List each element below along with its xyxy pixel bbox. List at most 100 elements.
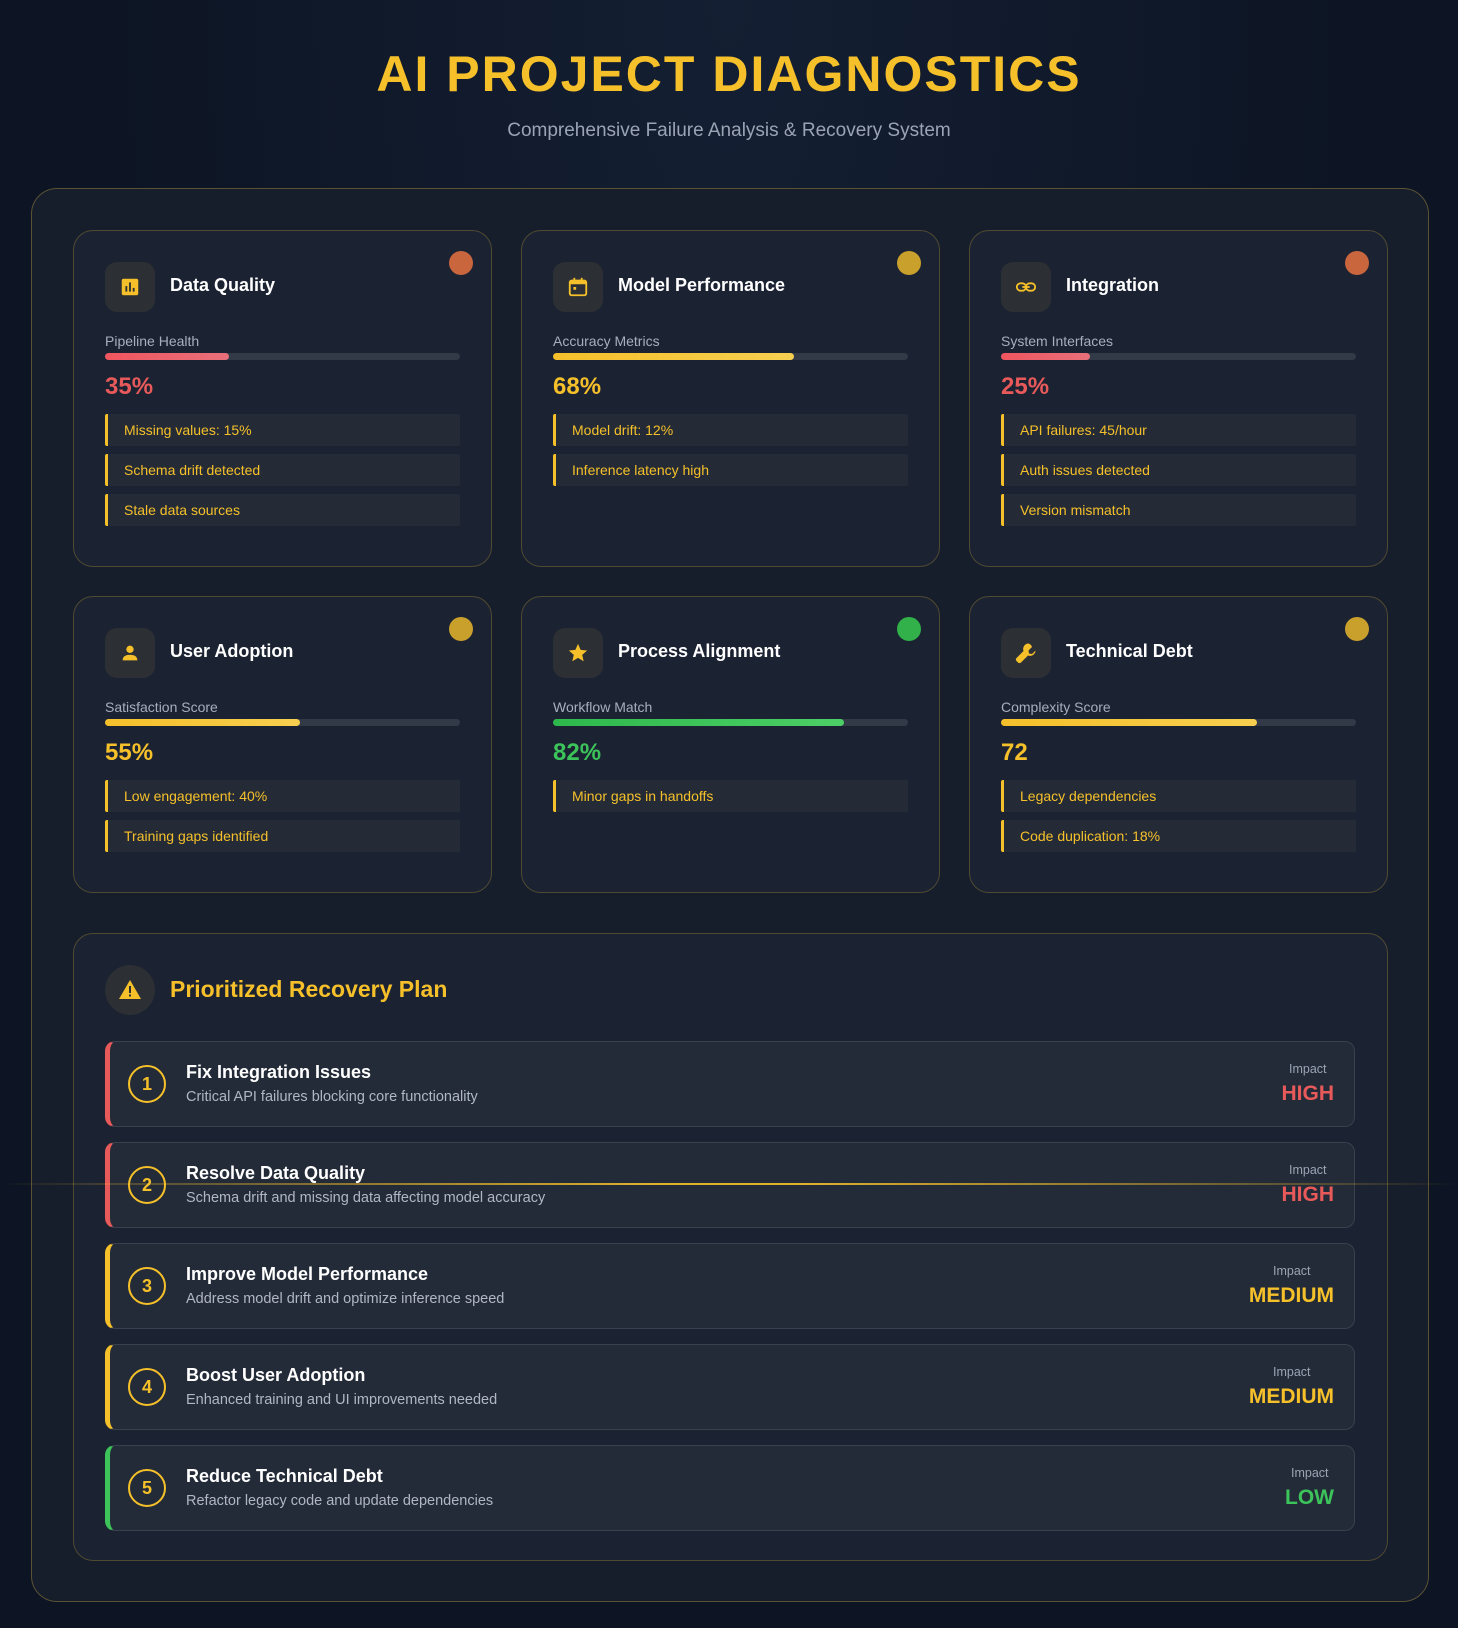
link-icon — [1001, 262, 1051, 312]
recovery-item-title: Fix Integration Issues — [186, 1062, 372, 1082]
metric-value: 72 — [1001, 739, 1028, 766]
metric-label: Satisfaction Score — [105, 699, 218, 715]
status-indicator — [1345, 251, 1369, 275]
card-title: Process Alignment — [618, 641, 781, 661]
metric-label: Complexity Score — [1001, 699, 1111, 715]
metric-value: 35% — [105, 373, 154, 400]
issue-item: Schema drift detected — [105, 454, 460, 486]
diagnostics-panel: Data Quality Pipeline Health 35% Missing va… — [31, 188, 1429, 1602]
status-indicator — [1345, 617, 1369, 641]
card-title: Integration — [1066, 275, 1159, 295]
card-integration[interactable]: Integration System Interfaces 25% API failu… — [969, 230, 1388, 567]
calendar-icon — [553, 262, 603, 312]
priority-number: 2 — [128, 1166, 166, 1204]
user-icon — [105, 628, 155, 678]
status-indicator — [897, 617, 921, 641]
impact-label: Impact — [1272, 1264, 1311, 1278]
impact-value: HIGH — [1281, 1183, 1335, 1206]
card-title: Technical Debt — [1066, 641, 1193, 661]
issue-item: Minor gaps in handoffs — [553, 780, 908, 812]
issue-list: Minor gaps in handoffs — [553, 780, 908, 820]
metric-value: 68% — [553, 373, 602, 400]
issue-list: API failures: 45/hour Auth issues detecte… — [1001, 414, 1356, 534]
issue-item: Version mismatch — [1001, 494, 1356, 526]
recovery-item-title: Resolve Data Quality — [186, 1163, 366, 1183]
recovery-item-description: Address model drift and optimize inferen… — [186, 1291, 505, 1307]
impact-label: Impact — [1272, 1365, 1311, 1379]
progress-fill — [1001, 719, 1257, 726]
issue-item: Model drift: 12% — [553, 414, 908, 446]
metric-value: 82% — [553, 739, 602, 766]
progress-bar — [1001, 353, 1356, 360]
recovery-item[interactable]: 1 Fix Integration Issues Critical API fail… — [105, 1041, 1355, 1127]
metric-value: 25% — [1001, 373, 1050, 400]
issue-list: Missing values: 15% Schema drift detected… — [105, 414, 460, 534]
progress-bar — [1001, 719, 1356, 726]
recovery-item[interactable]: 5 Reduce Technical Debt Refactor legacy co… — [105, 1445, 1355, 1531]
progress-fill — [553, 719, 845, 726]
progress-fill — [105, 353, 230, 360]
priority-number: 5 — [128, 1469, 166, 1507]
recovery-item[interactable]: 2 Resolve Data Quality Schema drift and mi… — [105, 1142, 1355, 1228]
impact-value: HIGH — [1281, 1082, 1335, 1105]
issue-list: Legacy dependencies Code duplication: 18% — [1001, 780, 1356, 860]
status-indicator — [897, 251, 921, 275]
status-indicator — [449, 251, 473, 275]
impact-label: Impact — [1288, 1062, 1327, 1076]
card-technical-debt[interactable]: Technical Debt Complexity Score 72 Legacy d… — [969, 596, 1388, 893]
metric-value: 55% — [105, 739, 154, 766]
metric-label: System Interfaces — [1001, 333, 1114, 349]
impact-label: Impact — [1290, 1466, 1329, 1480]
warning-icon — [105, 965, 155, 1015]
impact-value: LOW — [1285, 1486, 1334, 1509]
progress-bar — [553, 353, 908, 360]
progress-bar — [105, 719, 460, 726]
issue-item: Missing values: 15% — [105, 414, 460, 446]
progress-bar — [553, 719, 908, 726]
card-model-performance[interactable]: Model Performance Accuracy Metrics 68% Mode… — [521, 230, 940, 567]
issue-item: Training gaps identified — [105, 820, 460, 852]
impact-label: Impact — [1288, 1163, 1327, 1177]
impact-value: MEDIUM — [1248, 1284, 1334, 1307]
issue-list: Model drift: 12% Inference latency high — [553, 414, 908, 494]
recovery-item-title: Reduce Technical Debt — [186, 1466, 383, 1486]
issue-item: Legacy dependencies — [1001, 780, 1356, 812]
progress-fill — [1001, 353, 1090, 360]
recovery-item-description: Refactor legacy code and update dependen… — [186, 1493, 494, 1509]
recovery-item[interactable]: 4 Boost User Adoption Enhanced training an… — [105, 1344, 1355, 1430]
recovery-item-description: Enhanced training and UI improvements ne… — [186, 1392, 498, 1408]
progress-fill — [105, 719, 301, 726]
star-icon — [553, 628, 603, 678]
priority-number: 1 — [128, 1065, 166, 1103]
metric-label: Pipeline Health — [105, 333, 200, 349]
metric-label: Workflow Match — [553, 699, 653, 715]
page-subtitle: Comprehensive Failure Analysis & Recover… — [507, 120, 951, 141]
card-title: Model Performance — [618, 275, 786, 295]
card-process-alignment[interactable]: Process Alignment Workflow Match 82% Minor … — [521, 596, 940, 893]
card-data-quality[interactable]: Data Quality Pipeline Health 35% Missing va… — [73, 230, 492, 567]
recovery-item-title: Boost User Adoption — [186, 1365, 366, 1385]
issue-item: Stale data sources — [105, 494, 460, 526]
wrench-icon — [1001, 628, 1051, 678]
recovery-plan: Prioritized Recovery Plan 1 Fix Integrati… — [73, 933, 1388, 1561]
issue-item: Auth issues detected — [1001, 454, 1356, 486]
impact-value: MEDIUM — [1248, 1385, 1334, 1408]
card-title: User Adoption — [170, 641, 294, 661]
issue-item: Code duplication: 18% — [1001, 820, 1356, 852]
status-indicator — [449, 617, 473, 641]
progress-bar — [105, 353, 460, 360]
issue-item: API failures: 45/hour — [1001, 414, 1356, 446]
page-header: AI PROJECT DIAGNOSTICS Comprehensive Fai… — [0, 0, 1458, 142]
priority-number: 3 — [128, 1267, 166, 1305]
page-title: AI PROJECT DIAGNOSTICS — [376, 46, 1082, 102]
issue-list: Low engagement: 40% Training gaps identif… — [105, 780, 460, 860]
priority-number: 4 — [128, 1368, 166, 1406]
issue-item: Low engagement: 40% — [105, 780, 460, 812]
card-title: Data Quality — [170, 275, 276, 295]
bar-chart-icon — [105, 262, 155, 312]
recovery-item[interactable]: 3 Improve Model Performance Address model … — [105, 1243, 1355, 1329]
recovery-item-description: Critical API failures blocking core func… — [186, 1089, 478, 1105]
recovery-item-description: Schema drift and missing data affecting … — [186, 1190, 546, 1206]
metric-label: Accuracy Metrics — [553, 333, 660, 349]
card-user-adoption[interactable]: User Adoption Satisfaction Score 55% Low en… — [73, 596, 492, 893]
